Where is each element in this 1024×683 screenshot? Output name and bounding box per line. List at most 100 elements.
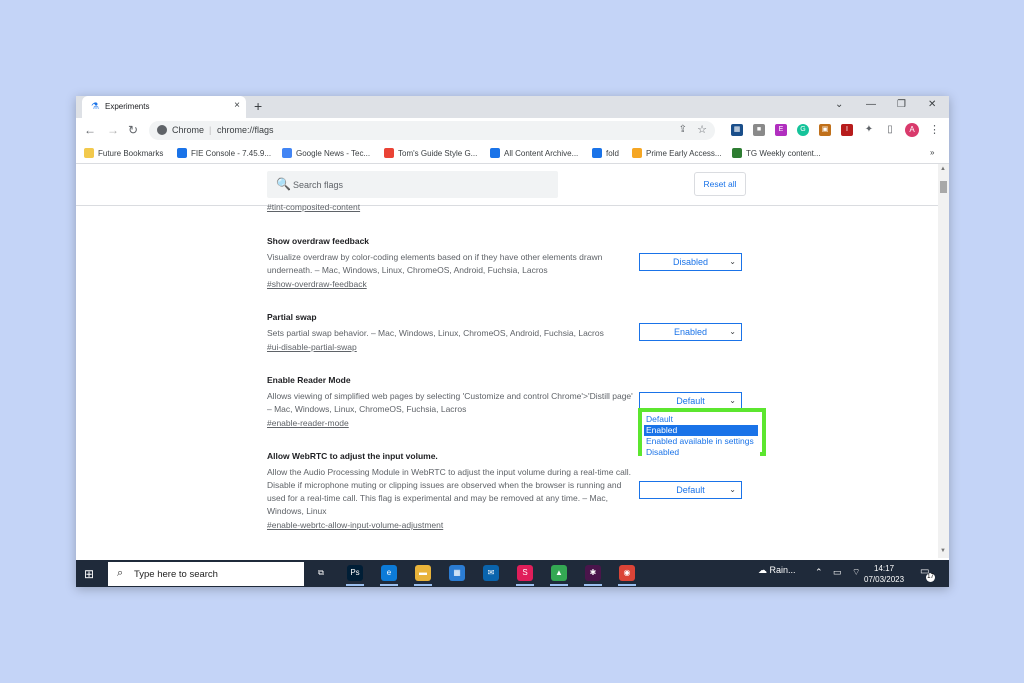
extension-1-icon[interactable]: ▦ xyxy=(731,124,743,136)
flag-link[interactable]: #enable-reader-mode xyxy=(267,418,637,428)
running-app-indicator xyxy=(550,584,568,586)
dropdown-option-disabled[interactable]: Disabled xyxy=(644,447,758,458)
scroll-up-icon[interactable]: ▲ xyxy=(940,166,946,172)
bookmark-label: Future Bookmarks xyxy=(98,149,164,158)
tab-experiments[interactable]: ⚗ Experiments × xyxy=(82,96,246,118)
search-icon: ⌕ xyxy=(117,567,124,579)
flag-select[interactable]: Disabled ⌄ xyxy=(639,253,742,271)
flag-select[interactable]: Enabled ⌄ xyxy=(639,323,742,341)
flag-title: Show overdraw feedback xyxy=(267,236,370,246)
running-app-indicator xyxy=(346,584,364,586)
bookmark-label: TG Weekly content... xyxy=(746,149,821,158)
bookmark-item[interactable]: fold xyxy=(592,148,619,158)
bookmark-item[interactable]: All Content Archive... xyxy=(490,148,578,158)
reload-button[interactable]: ↻ xyxy=(128,123,138,137)
flag-entry: Allow WebRTC to adjust the input volume.… xyxy=(267,451,637,530)
bookmark-item[interactable]: Tom's Guide Style G... xyxy=(384,148,477,158)
bookmark-label: Google News - Tec... xyxy=(296,149,371,158)
extension-5-icon[interactable]: ▣ xyxy=(819,124,831,136)
bookmark-item[interactable]: TG Weekly content... xyxy=(732,148,821,158)
select-value: Default xyxy=(676,485,705,495)
weather-widget[interactable]: ☁ Rain... xyxy=(758,565,796,576)
search-icon: 🔍 xyxy=(276,177,291,191)
system-tray-icons[interactable]: ⌃ ▭ ⌔ xyxy=(815,567,865,578)
drive-icon[interactable]: ▲ xyxy=(551,565,567,581)
reset-all-button[interactable]: Reset all xyxy=(694,172,746,196)
bookmark-label: All Content Archive... xyxy=(504,149,579,158)
console-icon xyxy=(177,148,187,158)
slack-alt-icon[interactable]: ✱ xyxy=(585,565,601,581)
extension-3-icon[interactable]: E xyxy=(775,124,787,136)
new-tab-button[interactable]: + xyxy=(254,98,262,114)
chrome-site-icon xyxy=(157,125,167,135)
vertical-scrollbar[interactable]: ▲ ▼ xyxy=(938,164,949,558)
scroll-thumb[interactable] xyxy=(940,181,947,193)
flask-icon: ⚗ xyxy=(91,101,100,111)
chrome-menu-icon[interactable]: ⋮ xyxy=(929,123,940,136)
restore-button[interactable]: ❐ xyxy=(897,99,906,110)
bookmark-label: Prime Early Access... xyxy=(646,149,722,158)
store-icon[interactable]: ▦ xyxy=(449,565,465,581)
bookmark-item[interactable]: Future Bookmarks xyxy=(84,148,163,158)
tumblr-icon xyxy=(490,148,500,158)
grammarly-icon[interactable]: G xyxy=(797,124,809,136)
chevron-down-icon: ⌄ xyxy=(729,257,736,266)
back-button[interactable]: ← xyxy=(84,123,96,137)
flag-select[interactable]: Default ⌄ xyxy=(639,481,742,499)
chrome-icon[interactable]: ◉ xyxy=(619,565,635,581)
search-tabs-button[interactable]: ⌄ xyxy=(835,99,843,110)
folder-icon xyxy=(84,148,94,158)
extension-6-icon[interactable]: I xyxy=(841,124,853,136)
flag-link[interactable]: #ui-disable-partial-swap xyxy=(267,342,637,352)
running-app-indicator xyxy=(584,584,602,586)
windows-start-icon[interactable]: ⊞ xyxy=(84,567,94,581)
flag-description: Allows viewing of simplified web pages b… xyxy=(267,391,633,414)
profile-avatar[interactable]: A xyxy=(905,123,919,137)
prime-icon xyxy=(632,148,642,158)
file-explorer-icon[interactable]: ▬ xyxy=(415,565,431,581)
edge-icon[interactable]: e xyxy=(381,565,397,581)
forward-button[interactable]: → xyxy=(107,123,119,137)
mail-icon[interactable]: ✉ xyxy=(483,565,499,581)
url-text[interactable]: chrome://flags xyxy=(217,125,274,135)
taskbar-search-placeholder: Type here to search xyxy=(134,569,218,580)
flag-description: Visualize overdraw by color-coding eleme… xyxy=(267,252,603,275)
flag-link[interactable]: #enable-webrtc-allow-input-volume-adjust… xyxy=(267,520,637,530)
scroll-down-icon[interactable]: ▼ xyxy=(940,548,946,554)
photoshop-icon[interactable]: Ps xyxy=(347,565,363,581)
bookmark-item[interactable]: FIE Console - 7.45.9... xyxy=(177,148,271,158)
header-divider xyxy=(76,205,938,206)
close-tab-icon[interactable]: × xyxy=(234,100,240,111)
taskbar-clock[interactable]: 14:17 07/03/2023 xyxy=(864,563,904,585)
extensions-puzzle-icon[interactable]: ✦ xyxy=(863,124,875,136)
tab-strip: ⚗ Experiments × + ⌄ — ❐ ✕ xyxy=(76,96,949,118)
dropdown-option-enabled[interactable]: Enabled xyxy=(644,425,758,436)
task-view-icon[interactable]: ⧉ xyxy=(313,565,329,581)
bookmark-label: fold xyxy=(606,149,619,158)
side-panel-icon[interactable]: ▯ xyxy=(884,124,896,136)
minimize-button[interactable]: — xyxy=(866,99,876,110)
running-app-indicator xyxy=(380,584,398,586)
flag-link[interactable]: #show-overdraw-feedback xyxy=(267,279,637,289)
dropdown-option-enabled-settings[interactable]: Enabled available in settings xyxy=(644,436,758,447)
notification-center-icon[interactable]: ▭ 17 xyxy=(920,566,935,582)
address-bar[interactable]: Chrome | chrome://flags ⇪ ☆ xyxy=(149,121,715,140)
chevron-down-icon: ⌄ xyxy=(729,327,736,336)
tumblr-icon xyxy=(592,148,602,158)
close-window-button[interactable]: ✕ xyxy=(928,99,936,110)
dropdown-option-default[interactable]: Default xyxy=(644,414,758,425)
site-chip: Chrome xyxy=(172,125,205,135)
running-app-indicator xyxy=(414,584,432,586)
flag-entry: Enable Reader Mode Allows viewing of sim… xyxy=(267,375,637,428)
flag-entry: Show overdraw feedback Visualize overdra… xyxy=(267,236,637,289)
search-flags-input[interactable]: 🔍 Search flags xyxy=(267,171,558,198)
flag-link[interactable]: #tint-composited-content xyxy=(267,202,360,212)
taskbar-search-input[interactable]: ⌕ Type here to search xyxy=(108,562,304,586)
extension-2-icon[interactable]: ■ xyxy=(753,124,765,136)
bookmark-star-icon[interactable]: ☆ xyxy=(697,123,707,136)
bookmarks-overflow-button[interactable]: » xyxy=(930,148,934,157)
share-icon[interactable]: ⇪ xyxy=(679,124,687,135)
bookmark-item[interactable]: Google News - Tec... xyxy=(282,148,370,158)
slack-icon[interactable]: S xyxy=(517,565,533,581)
bookmark-item[interactable]: Prime Early Access... xyxy=(632,148,722,158)
